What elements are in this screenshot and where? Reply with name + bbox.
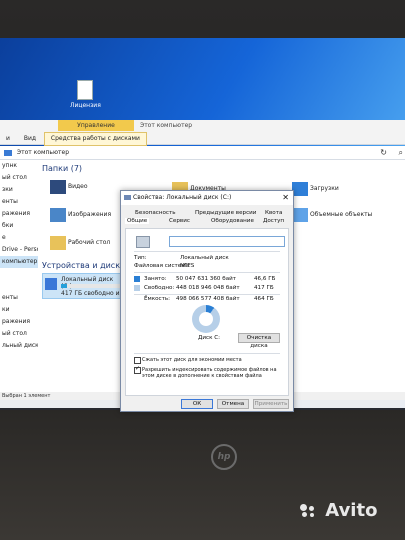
drive-usage-fill xyxy=(61,284,67,288)
tab-previous-versions[interactable]: Предыдущие версии xyxy=(195,210,256,216)
avito-text: Avito xyxy=(325,500,378,521)
avito-dots-icon xyxy=(300,504,316,518)
compress-label: Сжать этот диск для экономии места xyxy=(142,357,242,363)
used-bytes: 50 047 631 360 байт xyxy=(176,276,237,282)
ribbon-tab-view[interactable]: Вид xyxy=(18,133,42,145)
drive-usage-bar xyxy=(61,284,121,288)
status-text: Выбран 1 элемент xyxy=(2,393,51,399)
fs-value: NTFS xyxy=(180,263,195,269)
nav-item[interactable]: компьютер xyxy=(0,256,38,268)
computer-icon xyxy=(4,149,12,156)
close-icon[interactable]: ✕ xyxy=(282,191,289,205)
3d-objects-folder-icon xyxy=(292,208,308,222)
ribbon-manage-tab[interactable]: Управление xyxy=(58,120,134,131)
folder-downloads[interactable]: Загрузки xyxy=(310,185,339,192)
free-swatch xyxy=(134,285,140,291)
index-checkbox[interactable] xyxy=(134,365,141,374)
ribbon-tabs: и Вид Средства работы с дисками xyxy=(0,132,147,146)
free-gb: 417 ГБ xyxy=(254,285,274,291)
drive-icon xyxy=(124,195,131,200)
ribbon: Управление Этот компьютер и Вид Средства… xyxy=(0,120,405,146)
used-label: Занято: xyxy=(144,276,167,282)
document-icon xyxy=(77,80,93,100)
tab-quota[interactable]: Квота xyxy=(265,210,282,216)
compress-checkbox[interactable] xyxy=(134,357,141,364)
ribbon-window-title: Этот компьютер xyxy=(140,122,193,129)
search-icon[interactable]: ⌕ xyxy=(399,146,403,160)
nav-item[interactable]: упнк xyxy=(0,160,38,172)
tab-sharing[interactable]: Доступ xyxy=(263,218,284,224)
folder-desktop[interactable]: Рабочий стол xyxy=(68,239,110,246)
divider xyxy=(134,272,280,273)
downloads-folder-icon xyxy=(292,182,308,196)
nav-item[interactable]: зки xyxy=(0,184,38,196)
windows-drive-icon xyxy=(45,278,57,290)
address-bar[interactable]: Этот компьютер ↻ ⌕ xyxy=(0,146,405,160)
index-label: Разрешить индексировать содержимое файло… xyxy=(142,367,277,379)
folder-video[interactable]: Видео xyxy=(68,183,88,190)
drive-c-free: 417 ГБ свободно из xyxy=(61,290,123,297)
ok-button[interactable]: ОК xyxy=(181,399,213,409)
used-swatch xyxy=(134,276,140,282)
capacity-bytes: 498 066 577 408 байт xyxy=(176,296,240,302)
hp-logo: hp xyxy=(211,444,237,470)
nav-item[interactable]: бки xyxy=(0,220,38,232)
avito-watermark: Avito xyxy=(300,500,377,521)
tab-general[interactable]: Общие xyxy=(125,218,150,224)
cancel-button[interactable]: Отмена xyxy=(217,399,249,409)
divider xyxy=(134,294,280,295)
folders-header[interactable]: Папки (7) xyxy=(42,164,82,173)
hard-drive-icon xyxy=(136,236,150,248)
nav-item[interactable]: енты xyxy=(0,292,38,304)
nav-item[interactable]: льный диск (C:) xyxy=(0,340,38,352)
capacity-label: Ёмкость: xyxy=(144,296,171,302)
divider xyxy=(134,353,280,354)
ribbon-tab-file[interactable]: и xyxy=(0,133,16,145)
free-label: Свободно: xyxy=(144,285,175,291)
nav-item[interactable]: ражения xyxy=(0,208,38,220)
used-gb: 46,6 ГБ xyxy=(254,276,276,282)
dialog-tabs: Безопасность Предыдущие версии Квота Общ… xyxy=(125,210,289,226)
nav-item[interactable]: ый стол xyxy=(0,172,38,184)
pictures-folder-icon xyxy=(50,208,66,222)
desktop-folder-icon xyxy=(50,236,66,250)
properties-dialog: Свойства: Локальный диск (C:) ✕ Безопасн… xyxy=(120,190,294,412)
tab-hardware[interactable]: Оборудование xyxy=(211,218,254,224)
dialog-titlebar[interactable]: Свойства: Локальный диск (C:) ✕ xyxy=(121,191,293,205)
apply-button[interactable]: Применить xyxy=(253,399,289,409)
desktop-file[interactable]: Лицензия xyxy=(70,80,101,109)
address-path: Этот компьютер xyxy=(16,149,70,156)
general-panel: Тип: Локальный диск Файловая система: NT… xyxy=(125,228,289,396)
free-bytes: 448 018 946 048 байт xyxy=(176,285,240,291)
nav-item[interactable] xyxy=(0,352,38,364)
video-folder-icon xyxy=(50,180,66,194)
type-label: Тип: xyxy=(134,255,147,261)
folder-pictures[interactable]: Изображения xyxy=(68,211,111,218)
desktop-file-label: Лицензия xyxy=(70,102,101,109)
disk-label: Диск C: xyxy=(198,335,221,341)
capacity-gb: 464 ГБ xyxy=(254,296,274,302)
nav-item[interactable]: енты xyxy=(0,196,38,208)
nav-item[interactable]: ражения xyxy=(0,316,38,328)
type-value: Локальный диск xyxy=(180,255,229,261)
disk-cleanup-button[interactable]: Очистка диска xyxy=(238,333,280,349)
refresh-icon[interactable]: ↻ xyxy=(380,146,387,160)
folder-3d-objects[interactable]: Объемные объекты xyxy=(310,211,372,218)
tab-service[interactable]: Сервис xyxy=(169,218,190,224)
navigation-pane: упнк ый стол зки енты ражения бки е Drive - Per… xyxy=(0,160,39,392)
ribbon-tab-drive-tools[interactable]: Средства работы с дисками xyxy=(43,132,147,146)
nav-item[interactable] xyxy=(0,280,38,292)
nav-item[interactable]: Drive - Personal xyxy=(0,244,38,256)
tab-security[interactable]: Безопасность xyxy=(135,210,176,216)
drive-c-tile[interactable]: Локальный диск (C:) 417 ГБ свободно из xyxy=(42,273,124,299)
disk-usage-donut xyxy=(192,305,220,333)
nav-item[interactable]: ки xyxy=(0,304,38,316)
nav-item[interactable]: ый стол xyxy=(0,328,38,340)
dialog-title: Свойства: Локальный диск (C:) xyxy=(133,194,232,201)
nav-item[interactable]: е xyxy=(0,232,38,244)
divider xyxy=(134,251,280,252)
nav-item[interactable] xyxy=(0,268,38,280)
drive-name-input[interactable] xyxy=(169,236,285,247)
hp-logo-text: hp xyxy=(217,452,231,462)
